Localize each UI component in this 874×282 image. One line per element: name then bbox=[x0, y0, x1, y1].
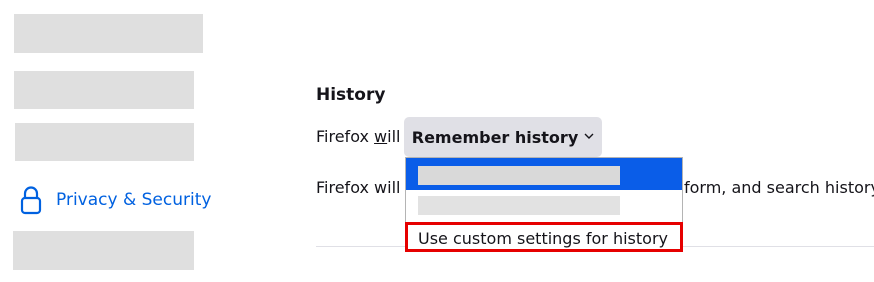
dropdown-selected-value: Remember history bbox=[411, 127, 579, 147]
firefox-will-text: Firefox will bbox=[316, 127, 401, 146]
dropdown-option-custom-settings[interactable]: Use custom settings for history bbox=[406, 222, 682, 250]
history-dropdown-menu: Use custom settings for history bbox=[405, 157, 683, 251]
sidebar-item-placeholder-2[interactable] bbox=[14, 71, 194, 109]
history-mode-dropdown[interactable]: Remember history bbox=[404, 117, 602, 157]
sidebar-item-privacy-security[interactable]: Privacy & Security bbox=[14, 178, 214, 222]
dropdown-option-never-redacted[interactable] bbox=[406, 190, 682, 222]
history-heading: History bbox=[316, 85, 386, 105]
access-key-letter: w bbox=[374, 127, 388, 146]
redacted-option-label bbox=[418, 166, 620, 185]
history-description-end: form, and search history. bbox=[684, 178, 874, 197]
firefox-will-label: Firefox will bbox=[316, 127, 400, 146]
redacted-option-label bbox=[418, 196, 620, 215]
chevron-down-icon bbox=[584, 130, 594, 143]
history-description-start: Firefox will r bbox=[316, 178, 404, 197]
lock-icon bbox=[18, 184, 44, 216]
sidebar-item-placeholder-1[interactable] bbox=[14, 14, 203, 53]
sidebar-item-placeholder-4[interactable] bbox=[13, 231, 194, 270]
sidebar-item-label: Privacy & Security bbox=[56, 190, 212, 210]
dropdown-option-remember-redacted[interactable] bbox=[406, 158, 682, 190]
sidebar-item-placeholder-3[interactable] bbox=[15, 123, 194, 161]
dropdown-option-label: Use custom settings for history bbox=[418, 229, 668, 248]
